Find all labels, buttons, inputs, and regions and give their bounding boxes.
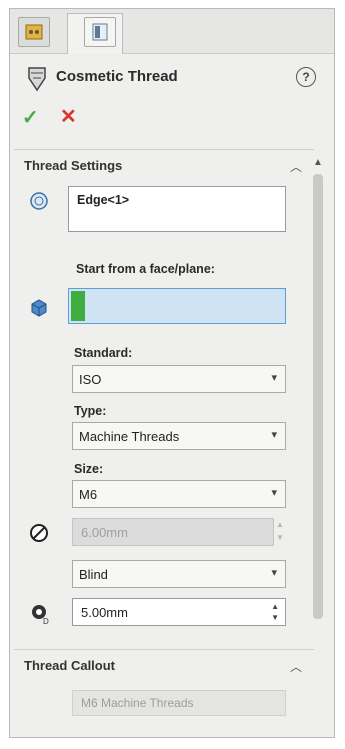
chevron-down-icon: ▾ [271, 567, 277, 579]
collapse-chevron-icon[interactable]: ︿ [290, 658, 302, 675]
feature-manager-icon [25, 24, 43, 40]
thread-callout-title: Thread Callout [24, 658, 116, 673]
size-value: M6 [79, 487, 98, 502]
size-dropdown[interactable]: M6 ▾ [72, 480, 286, 508]
svg-text:D: D [43, 617, 49, 626]
property-manager-icon [92, 23, 108, 41]
chevron-down-icon: ▾ [271, 487, 277, 499]
thread-settings-section: Thread Settings ︿ Edge<1> Start from a f… [14, 149, 314, 650]
active-selection-marker [71, 291, 85, 321]
edge-value: Edge<1> [77, 193, 130, 207]
scroll-up-icon[interactable]: ▲ [313, 157, 323, 168]
property-manager-panel: Cosmetic Thread ? ✓ ✕ Thread Settings ︿ … [9, 8, 335, 738]
edge-selection-icon [30, 192, 48, 210]
type-dropdown[interactable]: Machine Threads ▾ [72, 422, 286, 450]
end-condition-dropdown[interactable]: Blind ▾ [72, 560, 286, 588]
thread-callout-section: Thread Callout ︿ M6 Machine Threads [14, 649, 314, 735]
standard-label: Standard: [74, 346, 133, 360]
type-label: Type: [74, 404, 107, 418]
callout-value: M6 Machine Threads [81, 696, 194, 710]
diameter-field: 6.00mm [72, 518, 274, 546]
page-title: Cosmetic Thread [56, 68, 178, 85]
type-value: Machine Threads [79, 429, 180, 444]
collapse-chevron-icon[interactable]: ︿ [290, 158, 302, 175]
start-face-label: Start from a face/plane: [76, 262, 215, 276]
scrollbar[interactable]: ▲ [311, 157, 325, 629]
help-icon[interactable]: ? [296, 67, 316, 87]
tab-feature-manager[interactable] [18, 17, 50, 47]
tab-property-manager[interactable] [84, 17, 116, 47]
end-condition-value: Blind [79, 567, 108, 582]
depth-spinner-icon[interactable]: ▲ ▼ [271, 601, 279, 623]
tab-bar [10, 9, 334, 54]
depth-icon: D [32, 605, 49, 626]
start-face-selection-box[interactable] [68, 288, 286, 324]
feature-header: Cosmetic Thread ? ✓ ✕ [10, 55, 334, 141]
callout-field: M6 Machine Threads [72, 690, 286, 716]
depth-value: 5.00mm [81, 605, 128, 620]
cosmetic-thread-icon [28, 67, 46, 92]
diameter-value: 6.00mm [81, 525, 128, 540]
face-plane-icon [31, 299, 47, 317]
diameter-icon [30, 524, 48, 542]
cancel-button[interactable]: ✕ [60, 104, 77, 129]
standard-dropdown[interactable]: ISO ▾ [72, 365, 286, 393]
scrollbar-thumb[interactable] [313, 174, 323, 619]
thread-settings-title: Thread Settings [24, 158, 123, 173]
size-label: Size: [74, 462, 104, 476]
diameter-spinner: ▲ ▼ [276, 520, 284, 542]
standard-value: ISO [79, 372, 102, 387]
edge-selection-box[interactable]: Edge<1> [68, 186, 286, 232]
depth-field[interactable]: 5.00mm ▲ ▼ [72, 598, 286, 626]
chevron-down-icon: ▾ [271, 372, 277, 384]
ok-button[interactable]: ✓ [22, 105, 39, 130]
chevron-down-icon: ▾ [271, 429, 277, 441]
